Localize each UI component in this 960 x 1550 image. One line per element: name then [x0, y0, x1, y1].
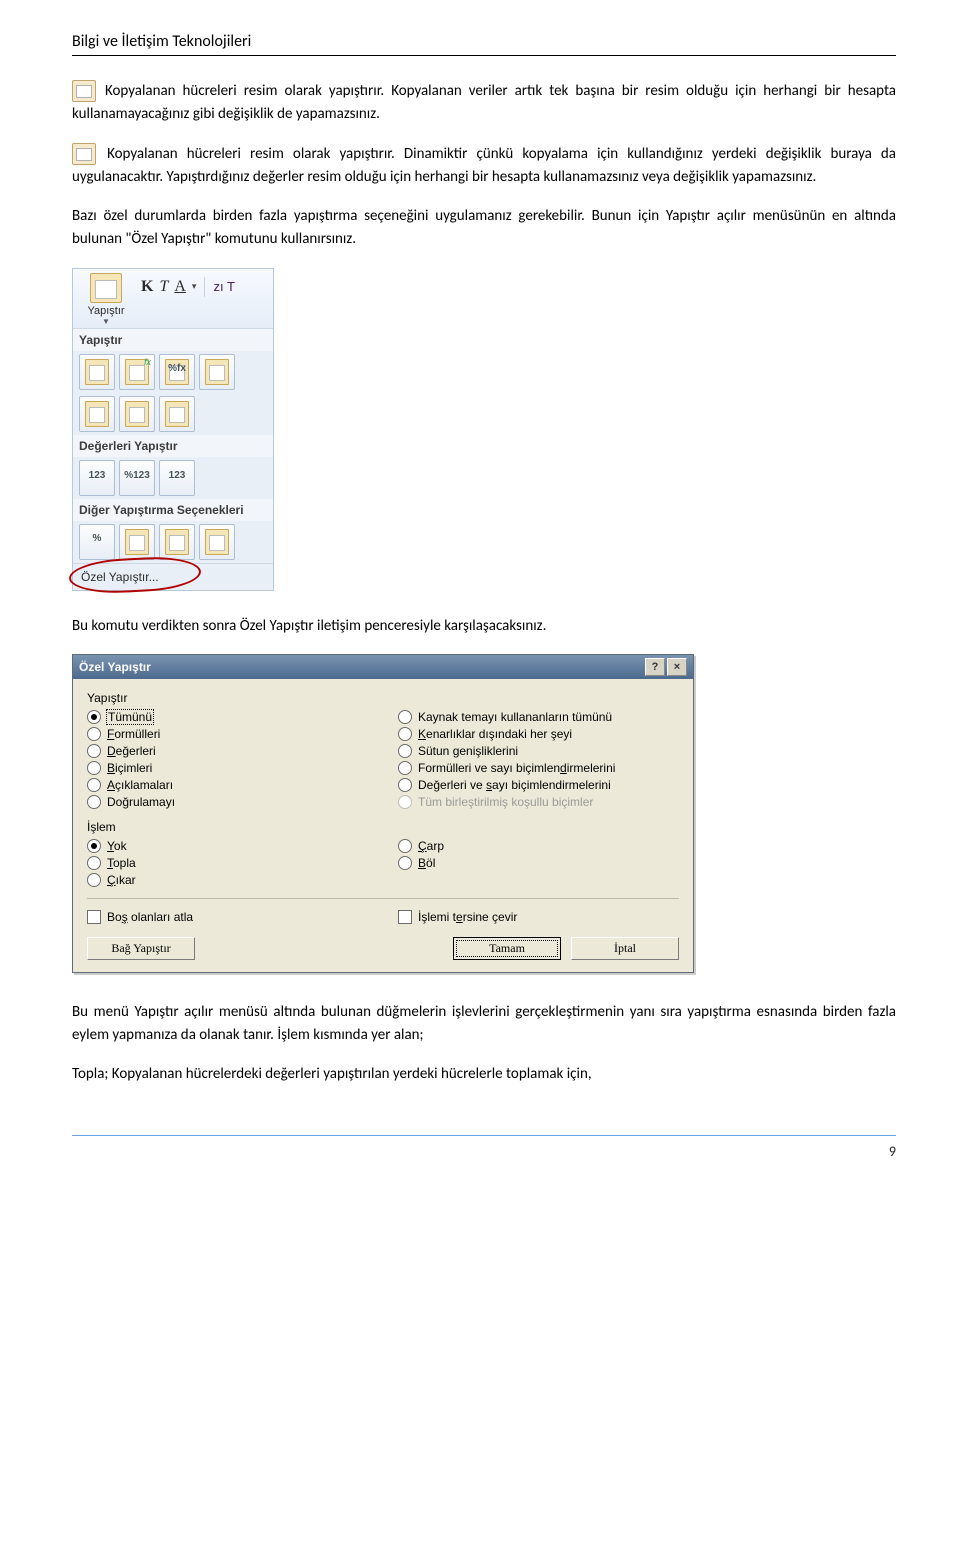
paste-values-button[interactable]: 123: [79, 460, 115, 496]
other-paste-row: %: [73, 521, 273, 563]
italic-button[interactable]: T: [159, 278, 168, 296]
paste-values-source-button[interactable]: 123: [159, 460, 195, 496]
paste-as-picture-icon: [72, 80, 96, 102]
checkbox-icon: [87, 910, 101, 924]
paste-left-column: Tümünü Formülleri Değerleri Biçimleri Aç…: [87, 707, 368, 812]
ok-button[interactable]: Tamam: [453, 937, 561, 960]
paste-formulas-number-button[interactable]: %fx: [159, 354, 195, 390]
paste-keep-source-button[interactable]: [199, 354, 235, 390]
cancel-button[interactable]: İptal: [571, 937, 679, 960]
paste-no-borders-button[interactable]: [79, 396, 115, 432]
page-header: Bilgi ve İletişim Teknolojileri: [72, 32, 896, 51]
opt-theme[interactable]: Kaynak temayı kullananların tümünü: [398, 710, 679, 724]
close-button[interactable]: ×: [667, 658, 687, 676]
opt-validation[interactable]: Doğrulamayı: [87, 795, 368, 809]
paste-values-number-button[interactable]: %123: [119, 460, 155, 496]
opt-formulas[interactable]: Formülleri: [87, 727, 368, 741]
radio-selected-icon: [87, 710, 101, 724]
checkbox-icon: [398, 910, 412, 924]
dialog-button-row: Bağ Yapıştır Tamam İptal: [87, 937, 679, 960]
paste-section-header: Yapıştır: [73, 329, 273, 351]
paste-values-row: 123 %123 123: [73, 457, 273, 499]
ribbon-strip: Yapıştır ▼ K T A ▾ zı T: [73, 269, 273, 329]
op-right-column: Çarp Böl: [398, 836, 679, 890]
opt-comments[interactable]: Açıklamaları: [87, 778, 368, 792]
paragraph-2: Kopyalanan hücreleri resim olarak yapışt…: [72, 143, 896, 190]
opt-formats[interactable]: Biçimleri: [87, 761, 368, 775]
paste-options-row-2: [73, 393, 273, 435]
paste-formulas-button[interactable]: fx: [119, 354, 155, 390]
underline-button[interactable]: A: [174, 278, 186, 296]
op-left-column: Yok Topla Çıkar: [87, 836, 368, 890]
paste-link-button[interactable]: [119, 524, 155, 560]
op-divide[interactable]: Böl: [398, 856, 679, 870]
separator: [204, 277, 205, 297]
opt-conditional-formats: Tüm birleştirilmiş koşullu biçimler: [398, 795, 679, 809]
paste-link-button[interactable]: Bağ Yapıştır: [87, 937, 195, 960]
paste-values-section-header: Değerleri Yapıştır: [73, 435, 273, 457]
paste-split-button[interactable]: Yapıştır ▼: [77, 271, 135, 326]
dialog-separator: [87, 898, 679, 899]
paragraph-6: Topla; Kopyalanan hücrelerdeki değerleri…: [72, 1063, 896, 1086]
opt-values[interactable]: Değerleri: [87, 744, 368, 758]
dialog-titlebar: Özel Yapıştır ? ×: [73, 655, 693, 679]
page: Bilgi ve İletişim Teknolojileri Kopyalan…: [0, 0, 960, 1550]
paste-linked-picture-icon: [72, 143, 96, 165]
opt-formulas-number-fmt[interactable]: Formülleri ve sayı biçimlendirmelerini: [398, 761, 679, 775]
chk-transpose[interactable]: İşlemi tersine çevir: [398, 910, 679, 924]
paste-options-row-1: fx %fx: [73, 351, 273, 393]
paste-button-label: Yapıştır: [87, 305, 124, 317]
dialog-title-text: Özel Yapıştır: [79, 660, 151, 674]
help-button[interactable]: ?: [645, 658, 665, 676]
paste-formatting-button[interactable]: %: [79, 524, 115, 560]
paste-linked-picture-button[interactable]: [199, 524, 235, 560]
bold-button[interactable]: K: [141, 278, 153, 296]
paste-group-label: Yapıştır: [87, 691, 679, 705]
opt-col-widths[interactable]: Sütun genişliklerini: [398, 744, 679, 758]
other-paste-section-header: Diğer Yapıştırma Seçenekleri: [73, 499, 273, 521]
op-none[interactable]: Yok: [87, 839, 368, 853]
op-add[interactable]: Topla: [87, 856, 368, 870]
paste-special-menu-item[interactable]: Özel Yapıştır...: [73, 563, 273, 590]
paste-special-dialog: Özel Yapıştır ? × Yapıştır Tümünü Formül…: [72, 654, 694, 973]
chk-skip-blanks[interactable]: Boş olanları atla: [87, 910, 368, 924]
paste-transpose-button[interactable]: [159, 396, 195, 432]
paste-all-button[interactable]: [79, 354, 115, 390]
dialog-body: Yapıştır Tümünü Formülleri Değerleri Biç…: [73, 679, 693, 972]
paragraph-4: Bu komutu verdikten sonra Özel Yapıştır …: [72, 615, 896, 638]
font-format-group: K T A ▾ zı T: [135, 271, 235, 297]
page-number: 9: [72, 1143, 896, 1160]
opt-no-borders[interactable]: Kenarlıklar dışındaki her şeyi: [398, 727, 679, 741]
paste-picture-button[interactable]: [159, 524, 195, 560]
dropdown-arrow-icon: ▼: [102, 317, 110, 326]
paste-dropdown-panel: Yapıştır ▼ K T A ▾ zı T Yapıştır fx %fx: [72, 268, 274, 591]
paste-right-column: Kaynak temayı kullananların tümünü Kenar…: [398, 707, 679, 812]
cropped-text: zı T: [213, 279, 234, 294]
paragraph-2-text: Kopyalanan hücreleri resim olarak yapışt…: [72, 145, 896, 186]
paragraph-1: Kopyalanan hücreleri resim olarak yapışt…: [72, 80, 896, 127]
op-multiply[interactable]: Çarp: [398, 839, 679, 853]
opt-values-number-fmt[interactable]: Değerleri ve sayı biçimlendirmelerini: [398, 778, 679, 792]
op-subtract[interactable]: Çıkar: [87, 873, 368, 887]
paste-column-widths-button[interactable]: [119, 396, 155, 432]
underline-dropdown-icon[interactable]: ▾: [192, 281, 197, 292]
paragraph-3: Bazı özel durumlarda birden fazla yapışt…: [72, 205, 896, 252]
opt-all[interactable]: Tümünü: [87, 710, 368, 724]
header-rule: [72, 55, 896, 56]
paragraph-5: Bu menü Yapıştır açılır menüsü altında b…: [72, 1001, 896, 1048]
operation-group-label: İşlem: [87, 820, 679, 834]
clipboard-icon: [90, 273, 122, 303]
footer-rule: [72, 1135, 896, 1136]
paragraph-1-text: Kopyalanan hücreleri resim olarak yapışt…: [72, 82, 896, 123]
